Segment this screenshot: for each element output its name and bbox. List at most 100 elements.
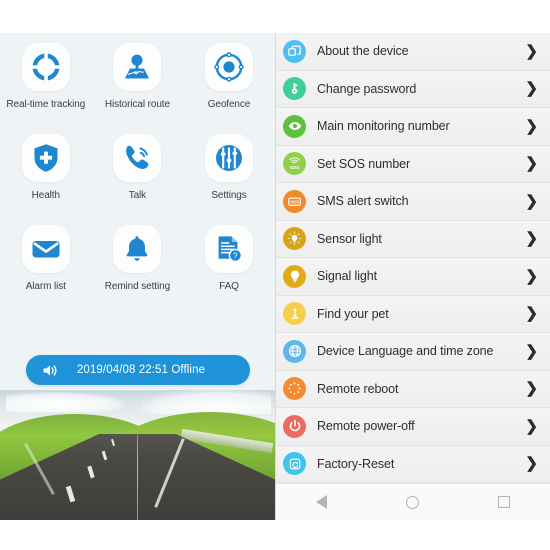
menu-item-sms-alert-switch[interactable]: SOS SMS alert switch ❯: [276, 183, 550, 221]
chevron-right-icon[interactable]: ❯: [525, 419, 538, 434]
key-icon: [283, 77, 306, 101]
menu-item-sensor-light[interactable]: Sensor light ❯: [276, 220, 550, 258]
circle-home-icon: [406, 495, 420, 509]
chevron-right-icon[interactable]: ❯: [525, 194, 538, 209]
app-tile[interactable]: [113, 43, 162, 91]
menu-item-label: Set SOS number: [317, 156, 411, 171]
factory-reset-icon: [283, 452, 306, 476]
menu-item-factory-reset[interactable]: Factory-Reset ❯: [276, 445, 550, 483]
app-tile[interactable]: [113, 225, 162, 273]
nav-back-button[interactable]: [305, 487, 339, 517]
eye-icon: [283, 114, 306, 138]
menu-item-remote-power-off[interactable]: Remote power-off ❯: [276, 408, 550, 446]
app-tile[interactable]: [21, 225, 70, 273]
bulb-icon: [283, 264, 306, 288]
app-tile[interactable]: ?: [204, 225, 253, 273]
menu-item-label: Sensor light: [317, 231, 382, 246]
square-recents-icon: [498, 496, 511, 508]
app-icon-grid: Real-time tracking Historical route Geof…: [0, 37, 275, 310]
svg-text:SOS: SOS: [290, 165, 300, 170]
menu-item-label: Find your pet: [317, 306, 389, 321]
app-label: FAQ: [219, 281, 239, 292]
menu-item-label: About the device: [317, 44, 409, 59]
device-status-bar[interactable]: 2019/04/08 22:51 Offline: [26, 355, 250, 385]
menu-item-label: Factory-Reset: [317, 456, 395, 471]
cloud-right: [141, 390, 271, 414]
triangle-back-icon: [316, 495, 328, 509]
menu-item-signal-light[interactable]: Signal light ❯: [276, 258, 550, 296]
device-status-text: 2019/04/08 22:51 Offline: [76, 364, 206, 376]
sos-message-icon: SOS: [283, 189, 306, 213]
crosshair-target-icon: [30, 52, 61, 82]
app-label: Health: [31, 190, 60, 201]
phone-screenshot: Real-time tracking Historical route Geof…: [0, 33, 550, 520]
app-tile[interactable]: [204, 43, 253, 91]
pet-locate-icon: [283, 302, 306, 326]
chevron-right-icon[interactable]: ❯: [525, 269, 538, 284]
app-label: Geofence: [207, 99, 251, 110]
menu-item-label: SMS alert switch: [317, 194, 409, 209]
menu-item-label: Signal light: [317, 269, 377, 284]
menu-item-change-password[interactable]: Change password ❯: [276, 70, 550, 108]
app-item-geofence[interactable]: Geofence: [183, 37, 275, 128]
map-pin-route-icon: [122, 52, 152, 82]
app-tile[interactable]: [204, 134, 253, 182]
reboot-spinner-icon: [283, 377, 306, 401]
app-label: Talk: [128, 190, 147, 201]
sliders-settings-icon: [214, 143, 244, 173]
app-tile[interactable]: [113, 134, 162, 182]
svg-text:?: ?: [233, 251, 238, 260]
document-question-icon: ?: [214, 234, 244, 264]
app-label: Settings: [211, 190, 247, 201]
chevron-right-icon[interactable]: ❯: [525, 344, 538, 359]
phone-call-icon: [122, 143, 152, 173]
chevron-right-icon[interactable]: ❯: [525, 231, 538, 246]
menu-item-device-language-and-time-zone[interactable]: Device Language and time zone ❯: [276, 333, 550, 371]
menu-item-about-the-device[interactable]: About the device ❯: [276, 33, 550, 71]
app-tile[interactable]: [21, 134, 70, 182]
menu-item-label: Remote power-off: [317, 419, 415, 434]
menu-item-remote-reboot[interactable]: Remote reboot ❯: [276, 370, 550, 408]
app-item-real-time-tracking[interactable]: Real-time tracking: [0, 37, 92, 128]
app-label: Historical route: [104, 99, 170, 110]
device-settings-menu-panel: About the device ❯ Change password ❯ Mai…: [275, 33, 550, 520]
app-item-remind-setting[interactable]: Remind setting: [92, 219, 184, 310]
chevron-right-icon[interactable]: ❯: [525, 381, 538, 396]
app-item-alarm-list[interactable]: Alarm list: [0, 219, 92, 310]
chevron-right-icon[interactable]: ❯: [525, 306, 538, 321]
android-navigation-bar: [276, 483, 550, 520]
chevron-right-icon[interactable]: ❯: [525, 456, 538, 471]
menu-item-set-sos-number[interactable]: SOS Set SOS number ❯: [276, 145, 550, 183]
menu-item-find-your-pet[interactable]: Find your pet ❯: [276, 295, 550, 333]
app-label: Real-time tracking: [6, 99, 86, 110]
chevron-right-icon[interactable]: ❯: [525, 156, 538, 171]
geofence-circle-icon: [214, 52, 244, 82]
road-landscape-background: [0, 390, 275, 520]
app-item-talk[interactable]: Talk: [92, 128, 184, 219]
chevron-right-icon[interactable]: ❯: [525, 81, 538, 96]
sos-broadcast-icon: SOS: [283, 152, 306, 176]
chevron-right-icon[interactable]: ❯: [525, 44, 538, 59]
envelope-icon: [31, 234, 61, 264]
menu-item-main-monitoring-number[interactable]: Main monitoring number ❯: [276, 108, 550, 146]
tracker-home-panel: Real-time tracking Historical route Geof…: [0, 33, 275, 520]
menu-item-label: Change password: [317, 81, 417, 96]
svg-text:SOS: SOS: [290, 199, 299, 204]
menu-item-label: Remote reboot: [317, 381, 399, 396]
nav-recents-button[interactable]: [487, 487, 521, 517]
app-item-historical-route[interactable]: Historical route: [92, 37, 184, 128]
sensor-bulb-icon: [283, 227, 306, 251]
app-label: Remind setting: [104, 281, 171, 292]
app-item-settings[interactable]: Settings: [183, 128, 275, 219]
settings-menu-list: About the device ❯ Change password ❯ Mai…: [276, 33, 550, 483]
bell-icon: [122, 234, 152, 264]
app-tile[interactable]: [21, 43, 70, 91]
app-item-health[interactable]: Health: [0, 128, 92, 219]
layers-device-icon: [283, 39, 306, 63]
globe-icon: [283, 339, 306, 363]
chevron-right-icon[interactable]: ❯: [525, 119, 538, 134]
menu-item-label: Device Language and time zone: [317, 344, 494, 359]
shield-cross-icon: [31, 143, 61, 173]
nav-home-button[interactable]: [396, 487, 430, 517]
app-item-faq[interactable]: ? FAQ: [183, 219, 275, 310]
